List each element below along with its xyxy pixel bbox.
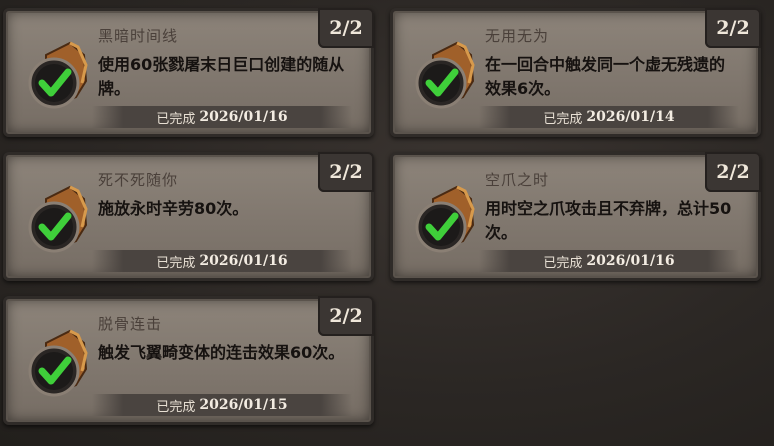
achievement-card[interactable]: 脱骨连击 触发飞翼畸变体的连击效果60次。 2/2 已完成 2026/01/15 (3, 296, 374, 425)
completion-bar: 已完成 2026/01/14 (479, 106, 739, 128)
completion-bar: 已完成 2026/01/16 (92, 106, 352, 128)
completion-date: 2026/01/14 (586, 109, 675, 125)
completion-date: 2026/01/15 (199, 397, 288, 413)
progress-badge: 2/2 (318, 296, 374, 336)
completed-check-icon (28, 41, 88, 109)
achievement-card[interactable]: 空爪之时 用时空之爪攻击且不弃牌，总计50次。 2/2 已完成 2026/01/… (390, 152, 761, 281)
achievement-description: 在一回合中触发同一个虚无残遗的效果6次。 (485, 55, 726, 98)
completion-date: 2026/01/16 (199, 109, 288, 125)
completion-bar: 已完成 2026/01/16 (92, 250, 352, 272)
completed-label: 已完成 (156, 399, 196, 415)
achievement-title: 脱骨连击 (98, 315, 163, 333)
progress-badge: 2/2 (318, 152, 374, 192)
achievement-description: 触发飞翼畸变体的连击效果60次。 (98, 343, 345, 362)
achievement-grid: 黑暗时间线 使用60张戮屠末日巨口创建的随从牌。 2/2 已完成 2026/01… (0, 0, 774, 446)
progress-badge: 2/2 (705, 8, 761, 48)
completed-check-icon (415, 185, 475, 253)
completed-check-icon (28, 185, 88, 253)
completed-check-icon (415, 41, 475, 109)
achievement-description: 用时空之爪攻击且不弃牌，总计50次。 (485, 199, 732, 242)
completion-bar: 已完成 2026/01/16 (479, 250, 739, 272)
achievement-title: 死不死随你 (98, 171, 179, 189)
achievement-title: 空爪之时 (485, 171, 550, 189)
achievement-title: 无用无为 (485, 27, 550, 45)
completed-check-icon (28, 329, 88, 397)
achievement-title: 黑暗时间线 (98, 27, 179, 45)
completed-label: 已完成 (543, 111, 583, 127)
achievement-card[interactable]: 黑暗时间线 使用60张戮屠末日巨口创建的随从牌。 2/2 已完成 2026/01… (3, 8, 374, 137)
achievement-card[interactable]: 死不死随你 施放永时辛劳80次。 2/2 已完成 2026/01/16 (3, 152, 374, 281)
achievement-description: 使用60张戮屠末日巨口创建的随从牌。 (98, 55, 345, 98)
completed-label: 已完成 (543, 255, 583, 271)
completed-label: 已完成 (156, 111, 196, 127)
completion-date: 2026/01/16 (586, 253, 675, 269)
completed-label: 已完成 (156, 255, 196, 271)
progress-badge: 2/2 (705, 152, 761, 192)
progress-badge: 2/2 (318, 8, 374, 48)
achievement-description: 施放永时辛劳80次。 (98, 199, 249, 218)
completion-bar: 已完成 2026/01/15 (92, 394, 352, 416)
completion-date: 2026/01/16 (199, 253, 288, 269)
achievement-card[interactable]: 无用无为 在一回合中触发同一个虚无残遗的效果6次。 2/2 已完成 2026/0… (390, 8, 761, 137)
